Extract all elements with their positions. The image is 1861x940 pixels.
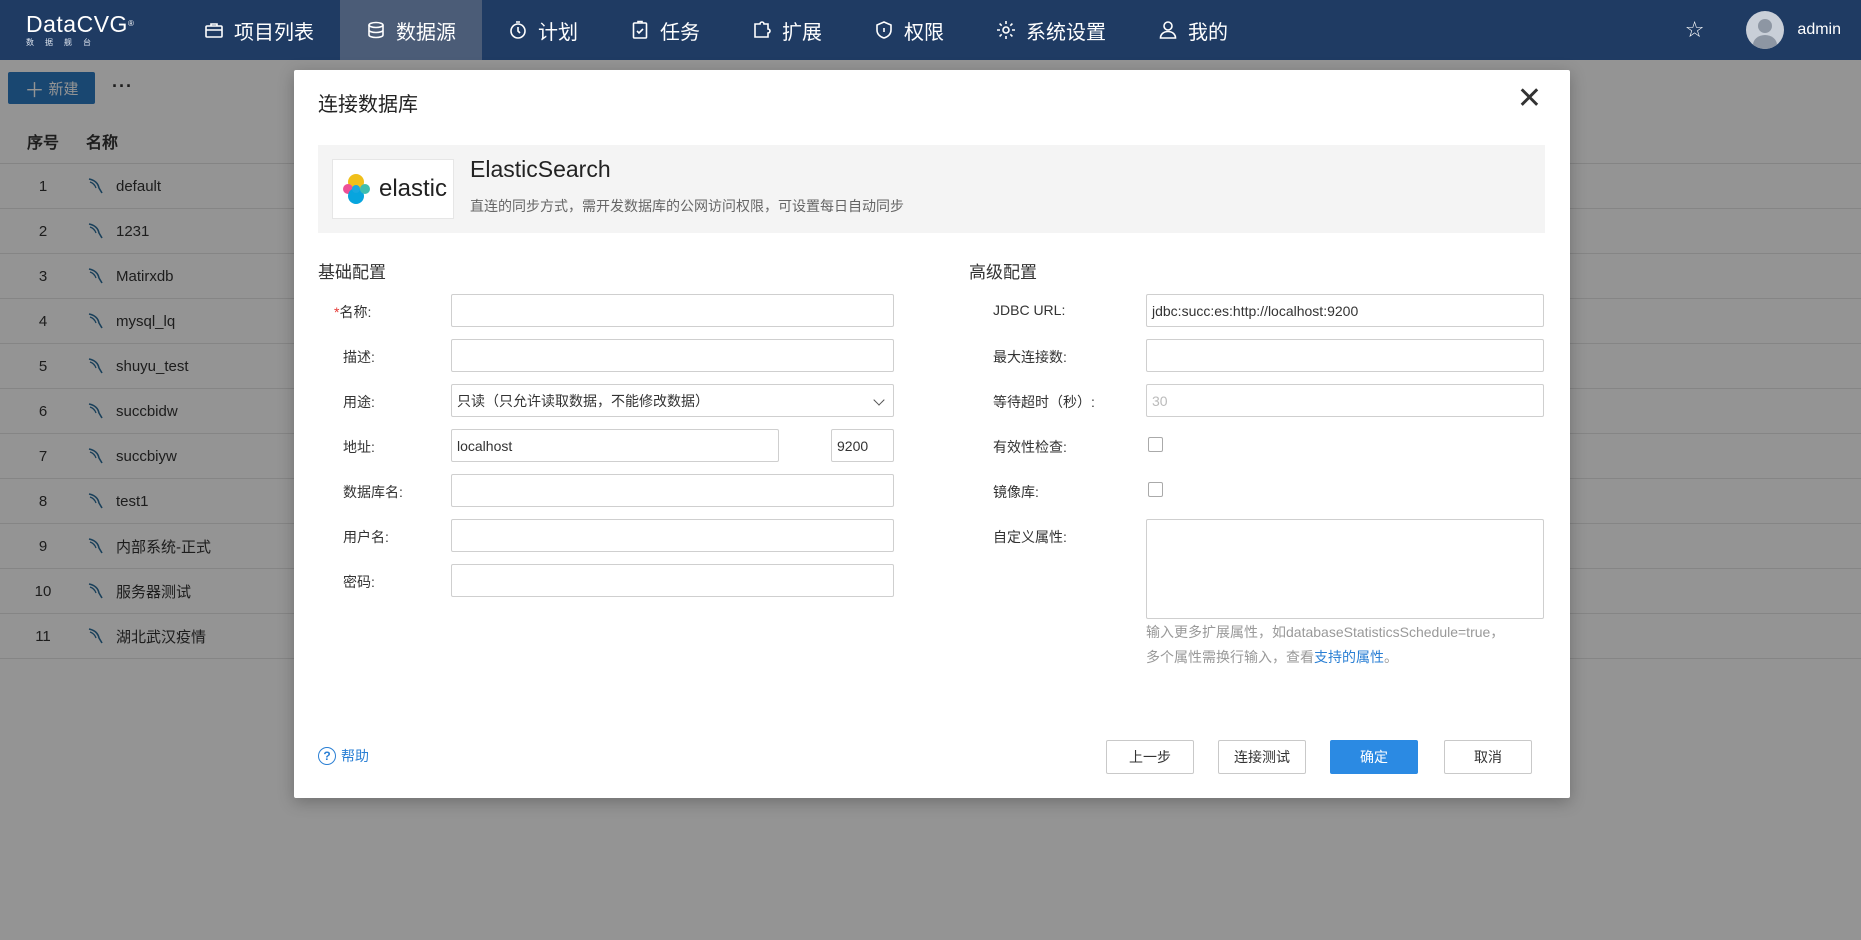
password-input[interactable] bbox=[451, 564, 894, 597]
elastic-logo-icon bbox=[342, 174, 370, 204]
nav-right: ☆ admin bbox=[1685, 0, 1861, 60]
elastic-logo-text: elastic bbox=[378, 175, 448, 202]
nav-item-permission[interactable]: 权限 bbox=[848, 0, 970, 60]
nav-item-mine[interactable]: 我的 bbox=[1132, 0, 1254, 60]
nav-item-datasource[interactable]: 数据源 bbox=[340, 0, 482, 60]
name-label-text: 名称: bbox=[339, 304, 372, 320]
logo-subtitle: 数据舰台 bbox=[26, 38, 102, 47]
advanced-config-title: 高级配置 bbox=[969, 263, 1037, 282]
nav-label: 扩展 bbox=[782, 21, 822, 44]
puzzle-icon bbox=[754, 21, 771, 38]
source-name: ElasticSearch bbox=[470, 156, 611, 182]
logo-registered-mark: ® bbox=[127, 19, 135, 28]
nav-label: 数据源 bbox=[396, 21, 456, 44]
source-info: elastic ElasticSearch 直连的同步方式，需开发数据库的公网访… bbox=[318, 145, 1545, 233]
question-circle-icon: ? bbox=[318, 747, 336, 765]
hint-line-2-suffix: 。 bbox=[1384, 649, 1398, 665]
nav-label: 我的 bbox=[1188, 21, 1228, 44]
name-label: *名称: bbox=[334, 302, 371, 322]
mirror-db-label: 镜像库: bbox=[993, 484, 1039, 500]
hint-line-2-prefix: 多个属性需换行输入，查看 bbox=[1146, 649, 1314, 665]
timer-icon bbox=[510, 21, 526, 39]
help-label: 帮助 bbox=[341, 748, 369, 764]
avatar[interactable] bbox=[1746, 11, 1785, 49]
connection-test-button[interactable]: 连接测试 bbox=[1218, 740, 1306, 774]
timeout-label: 等待超时（秒）: bbox=[993, 394, 1095, 410]
max-connections-input[interactable] bbox=[1146, 339, 1544, 372]
hint-line-1: 输入更多扩展属性，如databaseStatisticsSchedule=tru… bbox=[1146, 624, 1505, 640]
prev-step-button[interactable]: 上一步 bbox=[1106, 740, 1194, 774]
username-label: 用户名: bbox=[343, 529, 389, 545]
user-name[interactable]: admin bbox=[1797, 21, 1841, 39]
port-input[interactable]: 9200 bbox=[831, 429, 894, 462]
address-label: 地址: bbox=[343, 439, 375, 455]
dialog-title: 连接数据库 bbox=[318, 94, 418, 116]
password-label: 密码: bbox=[343, 574, 375, 590]
close-icon[interactable]: ✕ bbox=[1517, 84, 1542, 114]
nav-item-settings[interactable]: 系统设置 bbox=[970, 0, 1132, 60]
source-description: 直连的同步方式，需开发数据库的公网访问权限，可设置每日自动同步 bbox=[470, 198, 904, 214]
nav-label: 系统设置 bbox=[1026, 21, 1106, 44]
custom-properties-hint: 输入更多扩展属性，如databaseStatisticsSchedule=tru… bbox=[1146, 620, 1504, 670]
mirror-db-checkbox[interactable] bbox=[1148, 482, 1163, 497]
nav-label: 任务 bbox=[660, 21, 700, 44]
star-icon[interactable]: ☆ bbox=[1685, 17, 1705, 43]
help-link[interactable]: ? 帮助 bbox=[318, 746, 369, 766]
connect-database-dialog: 连接数据库 ✕ elastic ElasticSearch 直连的同步方式，需开… bbox=[294, 70, 1570, 798]
timeout-input[interactable]: 30 bbox=[1146, 384, 1544, 417]
host-input[interactable]: localhost bbox=[451, 429, 779, 462]
nav-item-task[interactable]: 任务 bbox=[604, 0, 726, 60]
nav-label: 权限 bbox=[904, 21, 944, 44]
usage-label: 用途: bbox=[343, 394, 375, 410]
cancel-button[interactable]: 取消 bbox=[1444, 740, 1532, 774]
basic-config-title: 基础配置 bbox=[318, 263, 386, 282]
dbname-input[interactable] bbox=[451, 474, 894, 507]
main-nav: 项目列表 数据源 计划 任务 扩展 权限 系统设置 我的 bbox=[178, 0, 1254, 60]
max-connections-label: 最大连接数: bbox=[993, 349, 1067, 365]
nav-item-plan[interactable]: 计划 bbox=[482, 0, 604, 60]
gear-icon bbox=[997, 21, 1015, 39]
elastic-logo: elastic bbox=[332, 159, 454, 219]
desc-label: 描述: bbox=[343, 349, 375, 365]
username-input[interactable] bbox=[451, 519, 894, 552]
nav-label: 计划 bbox=[538, 21, 578, 44]
nav-item-projects[interactable]: 项目列表 bbox=[178, 0, 340, 60]
clipboard-check-icon bbox=[632, 20, 648, 39]
usage-select-value: 只读（只允许读取数据，不能修改数据） bbox=[457, 392, 709, 409]
user-icon bbox=[1159, 21, 1177, 39]
hint-line-2: 多个属性需换行输入，查看支持的属性。 bbox=[1146, 645, 1504, 670]
custom-properties-textarea[interactable] bbox=[1146, 519, 1544, 619]
database-icon bbox=[368, 21, 384, 39]
desc-input[interactable] bbox=[451, 339, 894, 372]
briefcase-icon bbox=[205, 23, 223, 38]
dbname-label: 数据库名: bbox=[343, 484, 403, 500]
custom-properties-label: 自定义属性: bbox=[993, 529, 1067, 545]
name-input[interactable] bbox=[451, 294, 894, 327]
validity-check-checkbox[interactable] bbox=[1148, 437, 1163, 452]
jdbc-url-input[interactable]: jdbc:succ:es:http://localhost:9200 bbox=[1146, 294, 1544, 327]
nav-label: 项目列表 bbox=[234, 21, 314, 44]
shield-icon bbox=[876, 21, 892, 39]
chevron-down-icon bbox=[873, 394, 885, 406]
usage-select[interactable]: 只读（只允许读取数据，不能修改数据） bbox=[451, 384, 894, 417]
logo-main-text: DataCVG bbox=[26, 11, 128, 37]
jdbc-url-label: JDBC URL: bbox=[993, 302, 1066, 318]
app-logo[interactable]: DataCVG® 数据舰台 bbox=[0, 0, 178, 60]
top-nav: DataCVG® 数据舰台 项目列表 数据源 计划 任务 扩展 权限 系统设置 … bbox=[0, 0, 1861, 60]
supported-properties-link[interactable]: 支持的属性 bbox=[1314, 649, 1384, 665]
nav-item-extension[interactable]: 扩展 bbox=[726, 0, 848, 60]
confirm-button[interactable]: 确定 bbox=[1330, 740, 1418, 774]
validity-check-label: 有效性检查: bbox=[993, 439, 1067, 455]
